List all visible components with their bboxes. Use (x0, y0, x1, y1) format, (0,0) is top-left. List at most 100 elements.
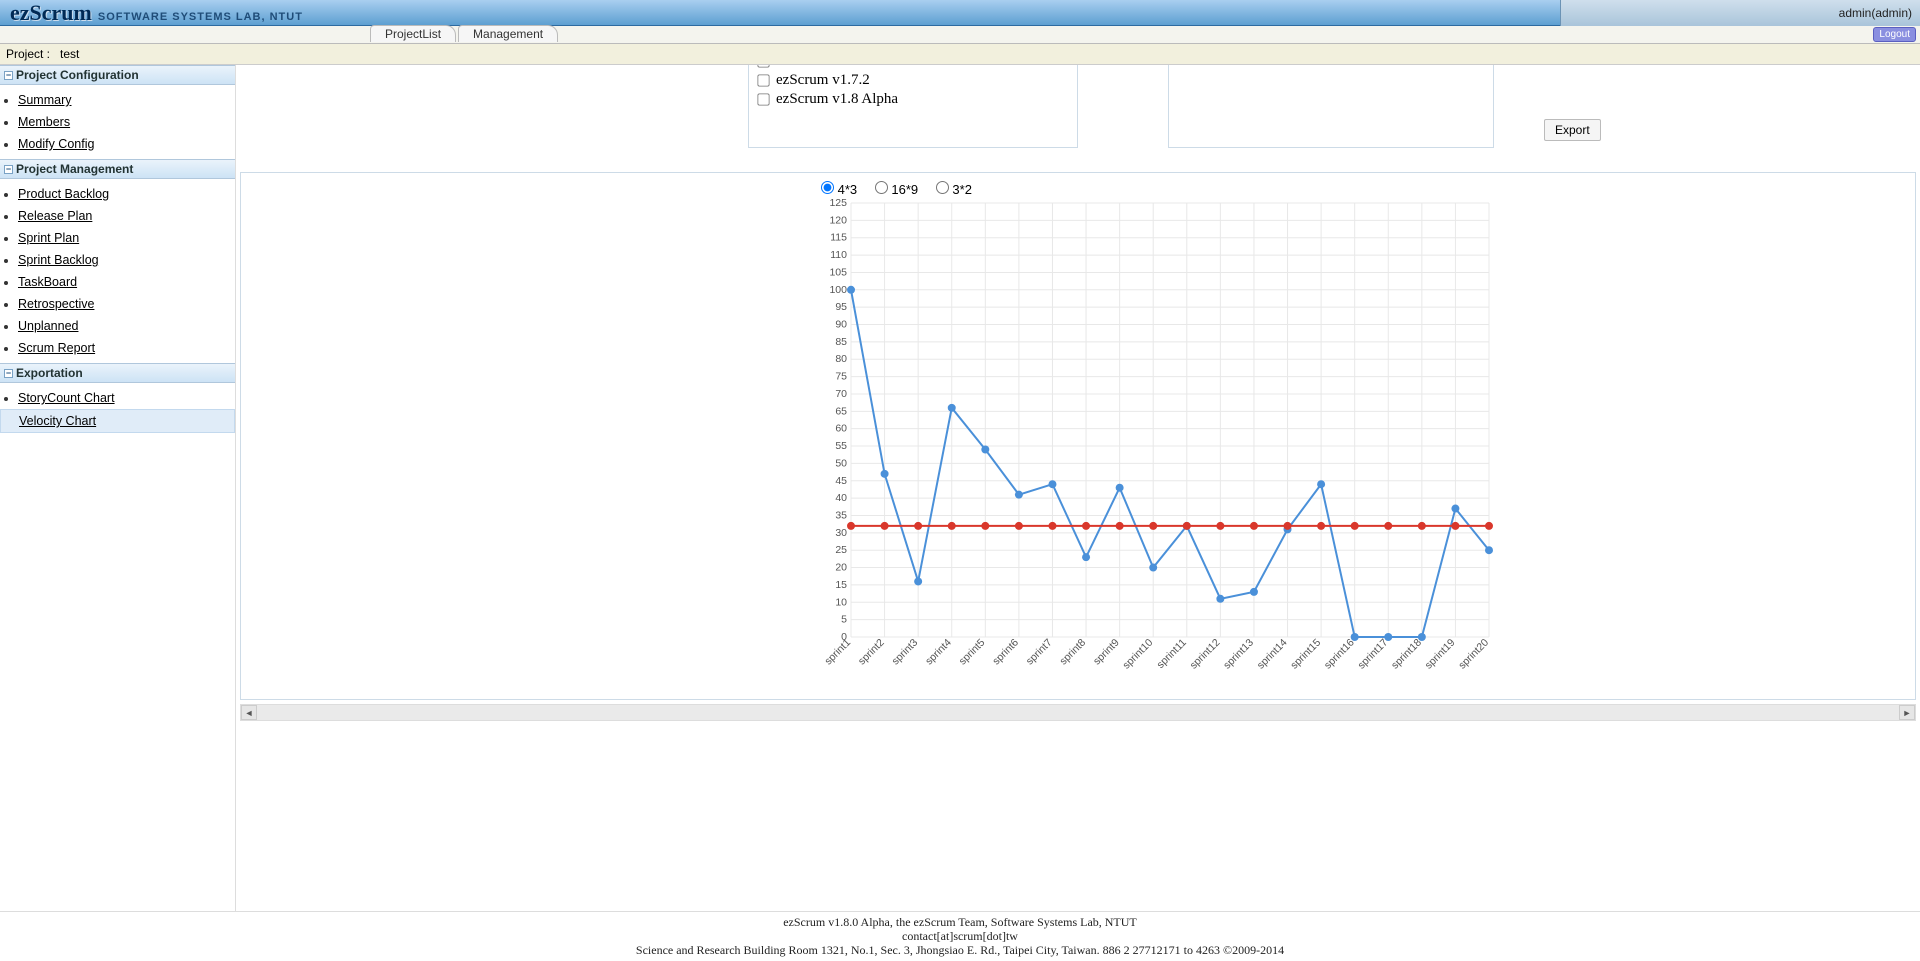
nav-members[interactable]: Members (18, 115, 70, 129)
svg-text:sprint12: sprint12 (1188, 637, 1223, 672)
svg-text:sprint6: sprint6 (990, 637, 1021, 668)
svg-text:45: 45 (835, 475, 847, 487)
svg-text:sprint16: sprint16 (1322, 637, 1357, 672)
tab-projectlist[interactable]: ProjectList (370, 25, 456, 42)
release-label: ezScrum v1.8 Alpha (776, 91, 898, 108)
content-area: ezScrum v1.7.0 ezScrum v1.7.1 ezScrum v1… (236, 65, 1920, 911)
svg-text:sprint1: sprint1 (822, 637, 853, 668)
release-label: ezScrum v1.7.2 (776, 72, 870, 89)
svg-text:25: 25 (835, 544, 847, 556)
top-banner: ezScrum SOFTWARE SYSTEMS LAB, NTUT admin… (0, 0, 1920, 26)
svg-text:70: 70 (835, 388, 847, 400)
logo: ezScrum SOFTWARE SYSTEMS LAB, NTUT (10, 0, 303, 26)
svg-text:sprint20: sprint20 (1456, 637, 1491, 672)
svg-text:85: 85 (835, 336, 847, 348)
nav-taskboard[interactable]: TaskBoard (18, 275, 77, 289)
svg-text:sprint9: sprint9 (1091, 637, 1122, 668)
tab-bar: ProjectList Management Logout (0, 26, 1920, 44)
aspect-16-9[interactable]: 16*9 (875, 182, 918, 197)
footer-line3: Science and Research Building Room 1321,… (4, 944, 1916, 958)
svg-text:110: 110 (830, 249, 847, 261)
release-option[interactable]: ezScrum v1.8 Alpha (757, 90, 1069, 109)
svg-text:sprint8: sprint8 (1057, 637, 1088, 668)
svg-text:sprint7: sprint7 (1024, 637, 1055, 668)
svg-text:120: 120 (829, 214, 847, 226)
release-checkbox[interactable] (757, 93, 769, 105)
svg-text:115: 115 (830, 232, 847, 244)
user-label: admin(admin) (1839, 6, 1912, 20)
release-label: ezScrum v1.7.1 (776, 65, 870, 70)
nav-release-plan[interactable]: Release Plan (18, 209, 92, 223)
svg-text:sprint19: sprint19 (1423, 637, 1458, 672)
svg-text:sprint17: sprint17 (1355, 637, 1390, 672)
svg-text:60: 60 (835, 423, 847, 435)
svg-text:sprint15: sprint15 (1288, 637, 1323, 672)
aspect-4-3[interactable]: 4*3 (821, 182, 857, 197)
release-select-box: ezScrum v1.7.0 ezScrum v1.7.1 ezScrum v1… (748, 65, 1078, 148)
svg-text:sprint11: sprint11 (1155, 637, 1189, 671)
export-button[interactable]: Export (1544, 119, 1601, 141)
svg-text:sprint13: sprint13 (1221, 637, 1256, 672)
nav-retrospective[interactable]: Retrospective (18, 297, 94, 311)
nav-sprint-backlog[interactable]: Sprint Backlog (18, 253, 99, 267)
svg-text:20: 20 (835, 562, 847, 574)
navgroup-export-header[interactable]: − Exportation (0, 363, 235, 383)
footer-line2: contact[at]scrum[dot]tw (4, 930, 1916, 944)
svg-text:40: 40 (835, 492, 847, 504)
svg-text:35: 35 (835, 509, 847, 521)
nav-unplanned[interactable]: Unplanned (18, 319, 78, 333)
logout-button[interactable]: Logout (1873, 27, 1916, 42)
svg-text:sprint18: sprint18 (1389, 637, 1424, 672)
svg-text:sprint14: sprint14 (1255, 637, 1290, 672)
svg-text:sprint2: sprint2 (856, 637, 887, 668)
logo-subtext: SOFTWARE SYSTEMS LAB, NTUT (98, 11, 303, 23)
svg-text:5: 5 (841, 614, 847, 626)
scroll-track[interactable] (257, 705, 1899, 720)
nav-storycount-chart[interactable]: StoryCount Chart (18, 391, 115, 405)
chart-panel: 4*3 16*9 3*2 051015202530354045505560657… (240, 172, 1916, 700)
nav-modify-config[interactable]: Modify Config (18, 137, 94, 151)
svg-text:90: 90 (835, 319, 847, 331)
svg-text:100: 100 (829, 284, 847, 296)
navgroup-manage-title: Project Management (16, 162, 133, 176)
project-line: Project : test (0, 44, 1920, 65)
collapse-icon[interactable]: − (4, 369, 13, 378)
svg-text:125: 125 (829, 199, 847, 209)
aspect-row: 4*3 16*9 3*2 (249, 181, 1907, 197)
aspect-3-2[interactable]: 3*2 (936, 182, 972, 197)
svg-text:50: 50 (835, 457, 847, 469)
nav-product-backlog[interactable]: Product Backlog (18, 187, 109, 201)
svg-text:75: 75 (835, 371, 847, 383)
navgroup-manage-header[interactable]: − Project Management (0, 159, 235, 179)
scroll-left-icon[interactable]: ◄ (241, 705, 257, 720)
navgroup-config-header[interactable]: − Project Configuration (0, 65, 235, 85)
tab-management[interactable]: Management (458, 25, 558, 42)
release-option[interactable]: ezScrum v1.7.2 (757, 71, 1069, 90)
sidebar: − Project Configuration Summary Members … (0, 65, 236, 911)
project-label: Project : (6, 47, 50, 61)
svg-text:105: 105 (829, 266, 847, 278)
collapse-icon[interactable]: − (4, 71, 13, 80)
footer-line1: ezScrum v1.8.0 Alpha, the ezScrum Team, … (4, 916, 1916, 930)
release-checkbox[interactable] (757, 65, 769, 68)
collapse-icon[interactable]: − (4, 165, 13, 174)
svg-text:15: 15 (835, 579, 847, 591)
scroll-right-icon[interactable]: ► (1899, 705, 1915, 720)
svg-text:sprint3: sprint3 (890, 637, 921, 668)
svg-text:30: 30 (835, 527, 847, 539)
svg-text:10: 10 (835, 596, 847, 608)
navgroup-config-title: Project Configuration (16, 68, 139, 82)
horizontal-scrollbar[interactable]: ◄ ► (240, 704, 1916, 721)
svg-text:sprint5: sprint5 (957, 637, 988, 668)
nav-sprint-plan[interactable]: Sprint Plan (18, 231, 79, 245)
svg-text:80: 80 (835, 353, 847, 365)
navgroup-export-title: Exportation (16, 366, 83, 380)
nav-summary[interactable]: Summary (18, 93, 71, 107)
velocity-chart: 0510152025303540455055606570758085909510… (819, 199, 1499, 679)
svg-text:55: 55 (835, 440, 847, 452)
blank-box (1168, 65, 1494, 148)
nav-scrum-report[interactable]: Scrum Report (18, 341, 95, 355)
nav-velocity-chart[interactable]: Velocity Chart (19, 414, 96, 428)
release-checkbox[interactable] (757, 74, 769, 86)
svg-text:sprint4: sprint4 (923, 637, 954, 668)
